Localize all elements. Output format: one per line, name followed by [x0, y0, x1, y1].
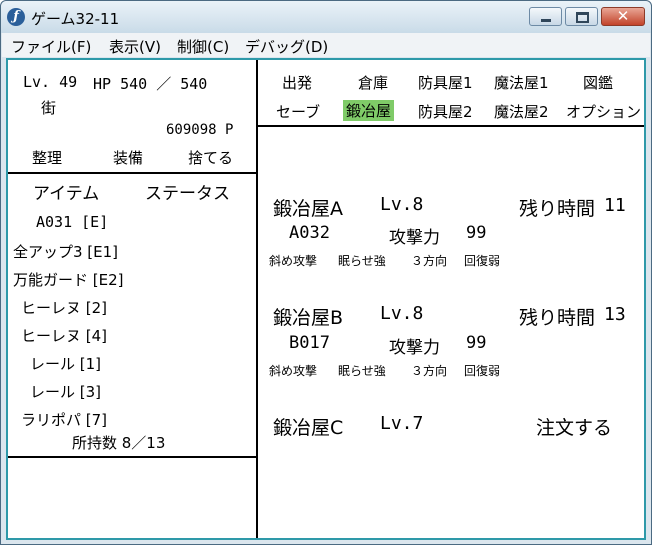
equip-button[interactable]: 装備: [113, 147, 143, 168]
smith-a-level: Lv.8: [380, 194, 424, 215]
menu-control[interactable]: 制御(C): [177, 36, 229, 57]
nav-armor-shop-1[interactable]: 防具屋1: [418, 72, 473, 93]
close-icon: ✕: [616, 7, 630, 25]
nav-options[interactable]: オプション: [566, 101, 641, 122]
smith-b-time-label: 残り時間: [519, 307, 596, 329]
tab-items[interactable]: アイテム: [33, 179, 99, 204]
smith-b-name: 鍛冶屋B: [273, 307, 344, 329]
menu-bar: ファイル(F) 表示(V) 制御(C) デバッグ(D): [2, 33, 650, 57]
item-count: 所持数 8／13: [72, 434, 166, 452]
smith-b-time-value: 13: [604, 304, 626, 325]
smith-b-stat-value: 99: [466, 333, 487, 353]
player-hp: HP 540 ／ 540: [93, 75, 208, 93]
menu-view[interactable]: 表示(V): [109, 36, 161, 57]
app-icon: ƒ: [7, 8, 25, 26]
discard-button[interactable]: 捨てる: [188, 147, 233, 168]
smith-c-name: 鍛冶屋C: [273, 417, 344, 439]
menu-debug[interactable]: デバッグ(D): [245, 36, 328, 57]
location: 街: [41, 99, 57, 117]
tab-status[interactable]: ステータス: [145, 179, 230, 204]
main-divider: [256, 60, 258, 538]
nav-save[interactable]: セーブ: [276, 101, 320, 122]
list-item[interactable]: レール [1]: [30, 353, 101, 374]
list-item[interactable]: 全アップ3 [E1]: [13, 241, 118, 262]
smith-a-name: 鍛冶屋A: [273, 198, 343, 220]
smith-a-trait: 眠らせ強: [338, 254, 386, 268]
minimize-icon: [541, 19, 551, 22]
list-item[interactable]: ラリポパ [7]: [21, 409, 107, 430]
status-divider: [8, 172, 256, 174]
smith-b-trait: ３方向: [411, 364, 448, 378]
app-window: ƒ ゲーム32-11 ✕ ファイル(F) 表示(V) 制御(C) デバッグ(D)…: [0, 0, 652, 545]
smith-b-item: B017: [289, 333, 330, 353]
nav-storage[interactable]: 倉庫: [358, 72, 388, 93]
money: 609098 P: [166, 122, 234, 138]
menu-file[interactable]: ファイル(F): [11, 36, 91, 57]
maximize-button[interactable]: [565, 7, 598, 26]
order-button[interactable]: 注文する: [536, 413, 612, 440]
game-area: Lv. 49 HP 540 ／ 540 街 609098 P 整理 装備 捨てる…: [6, 58, 646, 540]
maximize-icon: [576, 12, 589, 23]
nav-depart[interactable]: 出発: [282, 72, 312, 93]
nav-armor-shop-2[interactable]: 防具屋2: [418, 101, 473, 122]
smith-a-stat-label: 攻撃力: [389, 228, 440, 248]
smith-a-item: A032: [289, 223, 330, 243]
smith-a-time-label: 残り時間: [519, 198, 596, 220]
smith-c-level: Lv.7: [380, 413, 424, 434]
nav-blacksmith[interactable]: 鍛冶屋: [343, 100, 395, 121]
minimize-button[interactable]: [529, 7, 562, 26]
smith-a-stat-value: 99: [466, 223, 487, 243]
nav-magic-shop-1[interactable]: 魔法屋1: [494, 72, 549, 93]
inventory-divider: [8, 456, 256, 458]
smith-a-trait: 回復弱: [464, 254, 501, 268]
list-item[interactable]: ヒーレヌ [4]: [21, 325, 107, 346]
smith-a-trait: 斜め攻撃: [269, 254, 318, 268]
smith-b-trait: 斜め攻撃: [269, 364, 318, 378]
smith-b-trait: 眠らせ強: [338, 364, 386, 378]
list-item[interactable]: 万能ガード [E2]: [13, 269, 124, 290]
smith-b-level: Lv.8: [380, 303, 424, 324]
list-item[interactable]: レール [3]: [30, 381, 101, 402]
close-button[interactable]: ✕: [601, 7, 645, 26]
smith-b-trait: 回復弱: [464, 364, 501, 378]
list-item[interactable]: ヒーレヌ [2]: [21, 297, 107, 318]
player-level: Lv. 49: [23, 73, 78, 91]
title-bar[interactable]: ƒ ゲーム32-11 ✕: [1, 1, 651, 33]
organize-button[interactable]: 整理: [32, 147, 62, 168]
smith-b-stat-label: 攻撃力: [389, 338, 440, 358]
nav-encyclopedia[interactable]: 図鑑: [583, 72, 613, 93]
nav-divider: [258, 125, 644, 127]
window-title: ゲーム32-11: [31, 10, 120, 28]
smith-a-trait: ３方向: [411, 254, 448, 268]
nav-magic-shop-2[interactable]: 魔法屋2: [494, 101, 549, 122]
smith-a-time-value: 11: [604, 195, 626, 216]
list-item[interactable]: A031 [E]: [36, 213, 108, 231]
